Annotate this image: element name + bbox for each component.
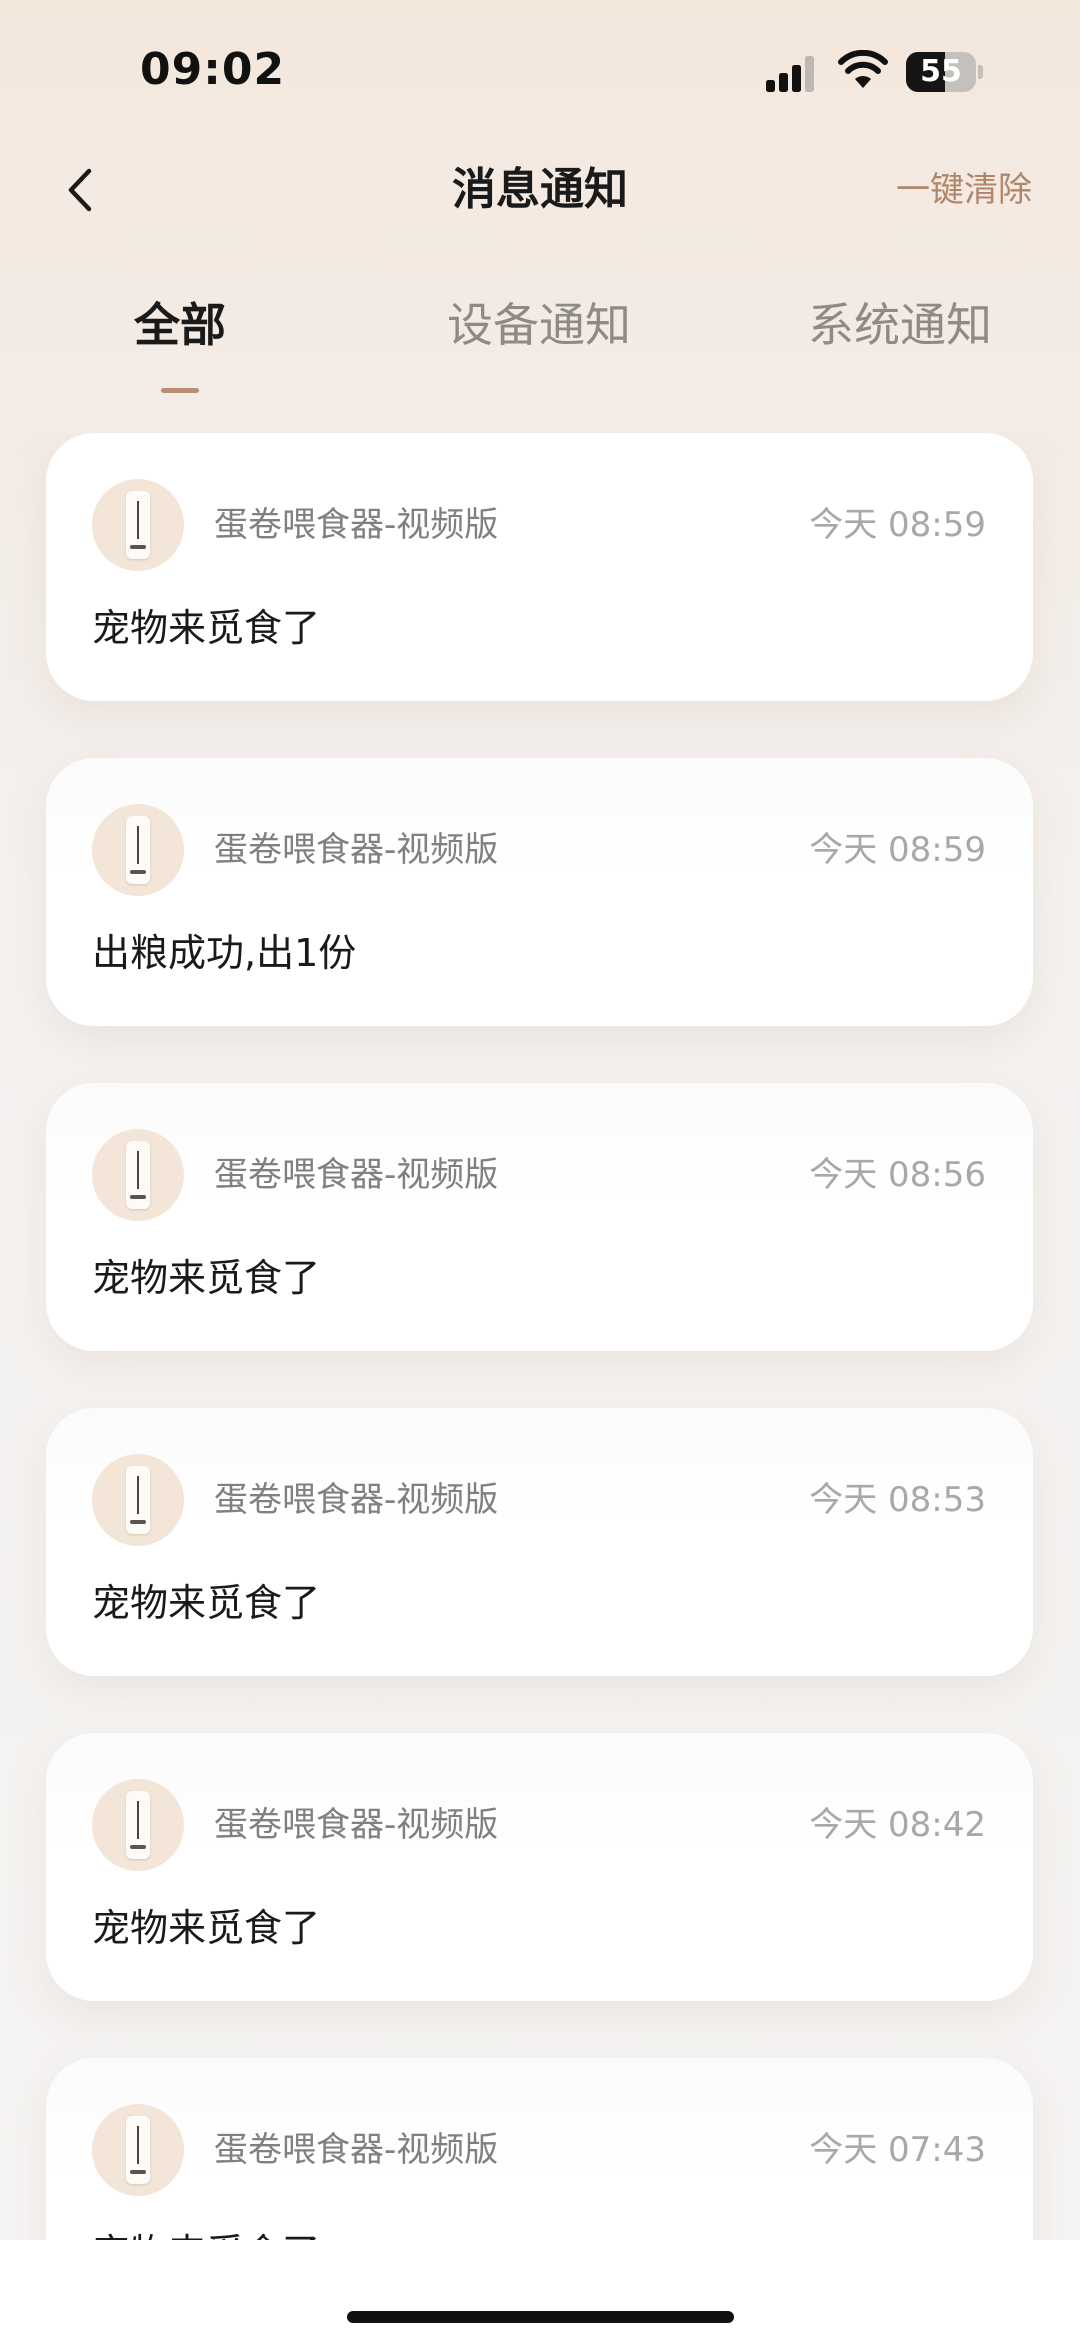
message-time: 今天 08:56	[809, 1155, 986, 1195]
device-name: 蛋卷喂食器-视频版	[214, 505, 499, 545]
device-avatar	[92, 804, 184, 896]
battery-level: 55	[920, 54, 962, 89]
message-time: 今天 08:42	[809, 1805, 986, 1845]
wifi-icon	[838, 50, 888, 88]
message-time: 今天 08:53	[809, 1480, 986, 1520]
clear-all-button[interactable]: 一键清除	[896, 140, 1032, 240]
message-text: 宠物来觅食了	[92, 606, 321, 650]
home-indicator[interactable]	[347, 2311, 734, 2323]
pet-feeder-icon	[126, 1141, 150, 1209]
tab-bar: 全部 设备通知 系统通知	[0, 280, 1080, 400]
message-text: 宠物来觅食了	[92, 2218, 320, 2240]
tab-all[interactable]: 全部	[134, 280, 226, 370]
message-time: 今天 08:59	[809, 830, 986, 870]
message-text: 宠物来觅食了	[92, 1581, 321, 1625]
pet-feeder-icon	[126, 1791, 150, 1859]
tab-device-notifications[interactable]: 设备通知	[447, 280, 631, 370]
pet-feeder-icon	[126, 816, 150, 884]
message-card[interactable]: 蛋卷喂食器-视频版 今天 08:59 宠物来觅食了	[46, 433, 1033, 701]
pet-feeder-icon	[126, 1466, 150, 1534]
message-card[interactable]: 蛋卷喂食器-视频版 今天 07:43 宠物来觅食了	[46, 2058, 1033, 2240]
message-card[interactable]: 蛋卷喂食器-视频版 今天 08:59 出粮成功,出1份	[46, 758, 1033, 1026]
device-name: 蛋卷喂食器-视频版	[214, 1155, 499, 1195]
message-card[interactable]: 蛋卷喂食器-视频版 今天 08:53 宠物来觅食了	[46, 1408, 1033, 1676]
chevron-left-icon	[68, 168, 92, 212]
message-card[interactable]: 蛋卷喂食器-视频版 今天 08:42 宠物来觅食了	[46, 1733, 1033, 2001]
bottom-safe-area	[0, 2240, 1080, 2341]
message-card[interactable]: 蛋卷喂食器-视频版 今天 08:56 宠物来觅食了	[46, 1083, 1033, 1351]
cellular-signal-icon	[766, 56, 814, 92]
message-time: 今天 08:59	[809, 505, 986, 545]
device-name: 蛋卷喂食器-视频版	[214, 830, 499, 870]
pet-feeder-icon	[126, 2116, 150, 2184]
device-name: 蛋卷喂食器-视频版	[214, 1805, 499, 1845]
status-bar: 09:02 55	[0, 0, 1080, 140]
nav-header: 消息通知 一键清除	[0, 140, 1080, 240]
device-avatar	[92, 1454, 184, 1546]
tab-system-notifications[interactable]: 系统通知	[808, 280, 992, 370]
pet-feeder-icon	[126, 491, 150, 559]
device-name: 蛋卷喂食器-视频版	[214, 2130, 499, 2170]
device-avatar	[92, 2104, 184, 2196]
message-text: 宠物来觅食了	[92, 1906, 321, 1950]
tab-active-indicator	[161, 388, 199, 393]
message-text: 宠物来觅食了	[92, 1256, 321, 1300]
message-text: 出粮成功,出1份	[92, 931, 357, 975]
device-avatar	[92, 1129, 184, 1221]
battery-icon: 55	[906, 52, 983, 92]
device-avatar	[92, 1779, 184, 1871]
back-button[interactable]	[52, 162, 108, 218]
message-list[interactable]: 蛋卷喂食器-视频版 今天 08:59 宠物来觅食了 蛋卷喂食器-视频版 今天 0…	[0, 433, 1080, 2240]
device-name: 蛋卷喂食器-视频版	[214, 1480, 499, 1520]
status-time: 09:02	[140, 44, 286, 95]
device-avatar	[92, 479, 184, 571]
message-time: 今天 07:43	[809, 2130, 986, 2170]
